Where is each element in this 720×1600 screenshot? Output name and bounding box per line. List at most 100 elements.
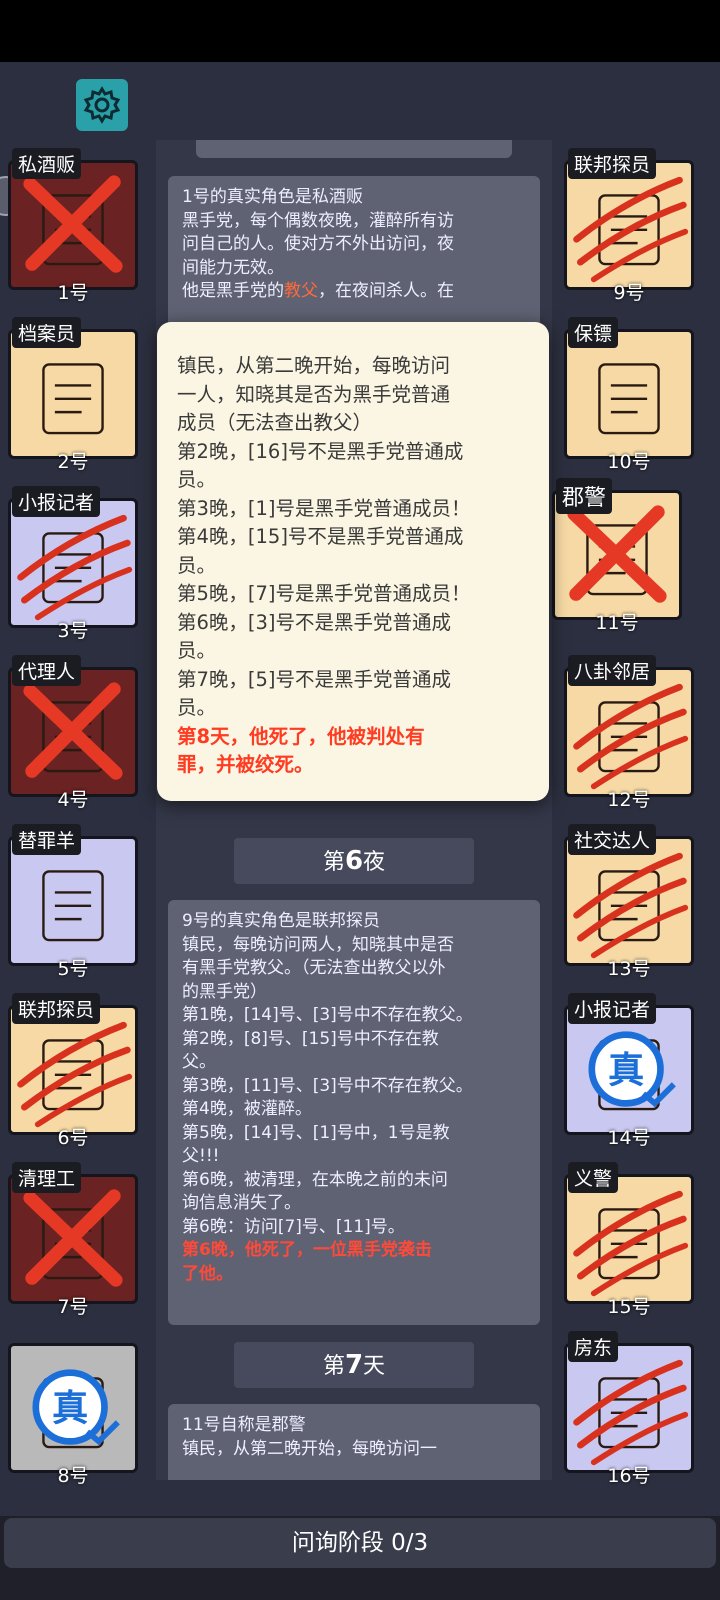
true-stamp-icon: 真 — [588, 1031, 676, 1108]
death-notice: 了他。 — [182, 1263, 233, 1284]
popup-line: 员。 — [177, 696, 217, 719]
player-number-label: 5号 — [57, 958, 89, 980]
player-card-6[interactable] — [8, 1005, 138, 1135]
player-number-label: 12号 — [607, 789, 651, 811]
player-number-label: 9号 — [613, 282, 645, 304]
claw-marks-icon — [573, 176, 689, 283]
player-card-10[interactable] — [564, 329, 694, 459]
player-role-label: 替罪羊 — [12, 824, 82, 855]
true-stamp-icon: 真 — [32, 1369, 120, 1446]
player-role-label: 保镖 — [568, 317, 619, 348]
player-card-16[interactable] — [564, 1343, 694, 1473]
phase-header-day-7: 第7天 — [234, 1342, 474, 1388]
status-bar — [0, 0, 720, 62]
log-message-player-1: 1号的真实角色是私酒贩 黑手党，每个偶数夜晚，灌醉所有访 问自己的人。使对方不外… — [168, 176, 540, 336]
player-card-8[interactable]: 真 — [8, 1343, 138, 1473]
log-line: 第5晚，[14]号、[1]号中，1号是教 — [182, 1122, 450, 1143]
header-prefix: 第 — [322, 1354, 345, 1379]
phase-header-night-6: 第6夜 — [234, 838, 474, 884]
player-role-label: 档案员 — [12, 317, 82, 348]
log-line: 问自己的人。使对方不外出访问，夜 — [182, 234, 454, 254]
log-line: 11号自称是郡警 — [182, 1415, 306, 1435]
player-role-label: 私酒贩 — [12, 148, 82, 179]
player-number-label: 4号 — [57, 789, 89, 811]
gear-icon — [83, 86, 121, 124]
player-card-13[interactable] — [564, 836, 694, 966]
popup-line: 第7晚，[5]号不是黑手党普通成 — [177, 667, 452, 691]
popup-line: 第2晚，[16]号不是黑手党普通成 — [177, 439, 464, 463]
popup-line: 镇民，从第二晚开始，每晚访问 — [177, 354, 451, 377]
popup-death-line: 第8天，他死了，他被判处有 — [177, 724, 425, 748]
claw-marks-icon — [17, 514, 133, 621]
popup-line: 第5晚，[7]号是黑手党普通成员！ — [177, 582, 471, 605]
log-text: 他是黑手党的 — [182, 281, 284, 301]
player-role-label: 社交达人 — [568, 824, 657, 855]
player-number-label: 15号 — [607, 1296, 651, 1318]
previous-message-edge — [196, 140, 512, 158]
header-prefix: 第 — [322, 850, 345, 875]
log-line: 间能力无效。 — [182, 257, 284, 278]
player-role-label: 八卦邻居 — [568, 655, 657, 686]
role-detail-popup[interactable]: 镇民，从第二晚开始，每晚访问 一人，知晓其是否为黑手党普通 成员（无法查出教父）… — [157, 322, 549, 801]
role-portrait-icon — [598, 363, 660, 435]
inquiry-phase-bar[interactable]: 问询阶段 0/3 — [4, 1518, 716, 1568]
player-card-4[interactable] — [8, 667, 138, 797]
player-number-label: 1号 — [57, 282, 89, 304]
player-number-label: 16号 — [607, 1465, 651, 1487]
log-line: 第6晚，被清理，在本晚之前的未问 — [182, 1169, 448, 1190]
player-role-label: 代理人 — [12, 655, 82, 686]
popup-line: 员。 — [177, 468, 217, 491]
player-card-5[interactable] — [8, 836, 138, 966]
log-line: 镇民，每晚访问两人，知晓其中是否 — [182, 934, 454, 955]
godfather-highlight: 教父 — [284, 281, 318, 301]
player-card-12[interactable] — [564, 667, 694, 797]
popup-line: 员。 — [177, 639, 217, 662]
player-number-label: 11号 — [595, 612, 639, 634]
log-line: 9号的真实角色是联邦探员 — [182, 911, 380, 931]
player-card-3[interactable] — [8, 498, 138, 628]
player-card-15[interactable] — [564, 1174, 694, 1304]
log-line: 父。 — [182, 1052, 216, 1072]
role-portrait-icon — [42, 363, 104, 435]
claw-marks-icon — [573, 852, 689, 959]
log-line: 第3晚，[11]号、[3]号中不存在教父。 — [182, 1075, 473, 1096]
player-card-9[interactable] — [564, 160, 694, 290]
popup-line: 一人，知晓其是否为黑手党普通 — [177, 382, 451, 406]
player-card-1[interactable] — [8, 160, 138, 290]
player-number-label: 8号 — [57, 1465, 89, 1487]
log-line: 第2晚，[8]号、[15]号中不存在教 — [182, 1028, 439, 1049]
log-line: 询信息消失了。 — [182, 1193, 301, 1213]
player-role-label: 清理工 — [12, 1162, 82, 1193]
popup-line: 第4晚，[15]号不是黑手党普通成 — [177, 525, 464, 548]
player-number-label: 2号 — [57, 451, 89, 473]
svg-text:真: 真 — [608, 1048, 644, 1091]
log-message-player-9: 9号的真实角色是联邦探员 镇民，每晚访问两人，知晓其中是否 有黑手党教父。（无法… — [168, 900, 540, 1325]
player-card-2[interactable] — [8, 329, 138, 459]
svg-text:真: 真 — [52, 1386, 88, 1429]
log-text: ，在夜间杀人。在 — [318, 281, 454, 301]
popup-line: 第6晚，[3]号不是黑手党普通成 — [177, 610, 452, 634]
log-line: 第1晚，[14]号、[3]号中不存在教父。 — [182, 1005, 473, 1025]
player-card-14[interactable]: 真 — [564, 1005, 694, 1135]
log-line: 的黑手党） — [182, 981, 267, 1002]
player-number-label: 7号 — [57, 1296, 89, 1318]
popup-line: 员。 — [177, 553, 217, 577]
player-role-label: 联邦探员 — [568, 148, 657, 179]
player-number-label: 14号 — [607, 1127, 651, 1149]
player-card-7[interactable] — [8, 1174, 138, 1304]
log-line: 父!!! — [182, 1146, 220, 1166]
dead-cross-icon — [23, 1189, 123, 1287]
claw-marks-icon — [573, 683, 689, 790]
log-line: 镇民，从第二晚开始，每晚访问一 — [182, 1438, 437, 1459]
claw-marks-icon — [573, 1190, 689, 1297]
popup-line: 第3晚，[1]号是黑手党普通成员！ — [177, 496, 471, 520]
player-number-label: 6号 — [57, 1127, 89, 1149]
popup-death-line: 罪，并被绞死。 — [177, 753, 314, 776]
role-portrait-icon — [42, 870, 104, 942]
settings-button[interactable] — [76, 79, 128, 131]
header-suffix: 天 — [363, 1354, 386, 1379]
player-role-label: 小报记者 — [568, 993, 657, 1024]
claw-marks-icon — [573, 1359, 689, 1466]
player-role-label: 小报记者 — [12, 486, 101, 517]
log-line: 黑手党，每个偶数夜晚，灌醉所有访 — [182, 210, 454, 231]
